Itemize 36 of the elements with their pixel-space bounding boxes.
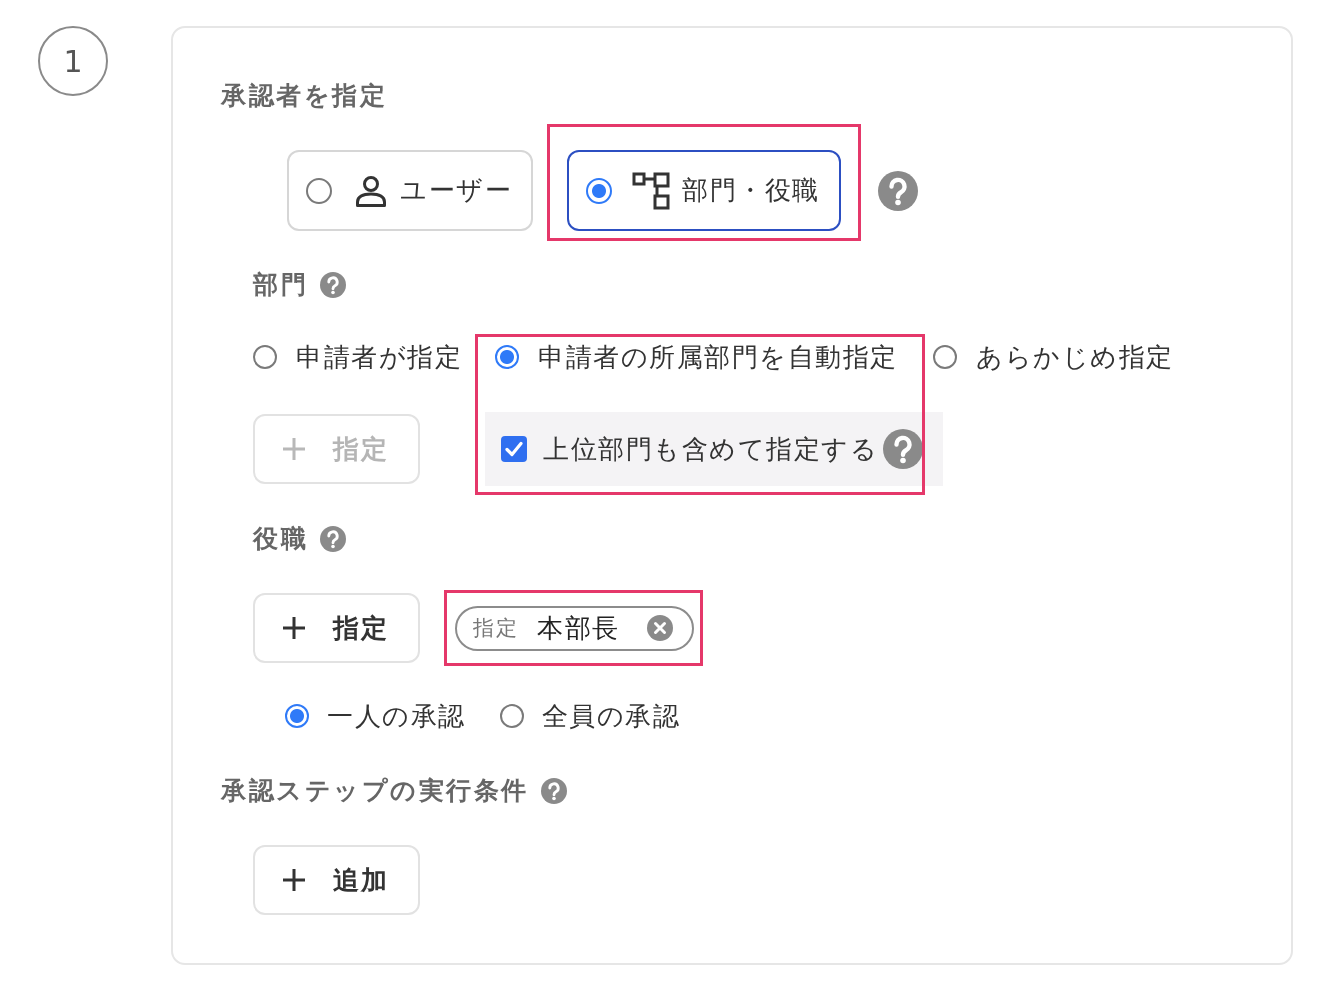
radio-button[interactable] xyxy=(285,704,309,728)
help-icon[interactable] xyxy=(877,170,918,211)
radio-label: 申請者の所属部門を自動指定 xyxy=(538,341,898,374)
radio-button[interactable] xyxy=(933,345,957,369)
checkbox-label: 上位部門も含めて指定する xyxy=(543,432,878,466)
add-button[interactable]: 指定 xyxy=(253,593,420,663)
plus-icon xyxy=(282,437,306,461)
help-icon[interactable] xyxy=(883,429,923,469)
radio-button[interactable] xyxy=(586,177,612,204)
chip-tag: 指定 xyxy=(473,614,519,642)
plus-icon xyxy=(282,616,306,640)
approver-type-option[interactable]: ユーザー xyxy=(287,150,533,231)
plus-icon xyxy=(282,868,306,892)
radio-label: 全員の承認 xyxy=(541,700,680,733)
radio-button[interactable] xyxy=(495,345,519,369)
radio-button[interactable] xyxy=(306,177,332,204)
radio-label: あらかじめ指定 xyxy=(976,341,1174,374)
approver-type-option[interactable]: 部門・役職 xyxy=(567,150,841,231)
field-label: 部門 xyxy=(253,269,308,301)
radio-label: 申請者が指定 xyxy=(296,341,462,374)
step-number: 1 xyxy=(38,26,108,96)
org-chart-icon xyxy=(632,170,672,211)
help-icon[interactable] xyxy=(540,778,567,804)
field-label: 役職 xyxy=(253,523,308,555)
section-title: 承認ステップの実行条件 xyxy=(221,775,529,807)
close-icon[interactable] xyxy=(646,615,673,641)
radio-button[interactable] xyxy=(253,345,277,369)
radio-button[interactable] xyxy=(499,704,524,728)
checkbox[interactable] xyxy=(501,436,527,462)
help-icon[interactable] xyxy=(320,272,346,298)
section-title: 承認者を指定 xyxy=(221,80,387,112)
add-button[interactable]: 追加 xyxy=(253,845,420,915)
person-icon xyxy=(354,173,388,208)
help-icon[interactable] xyxy=(320,526,346,552)
chip-label: 本部長 xyxy=(537,611,620,645)
radio-label: 一人の承認 xyxy=(327,700,466,733)
